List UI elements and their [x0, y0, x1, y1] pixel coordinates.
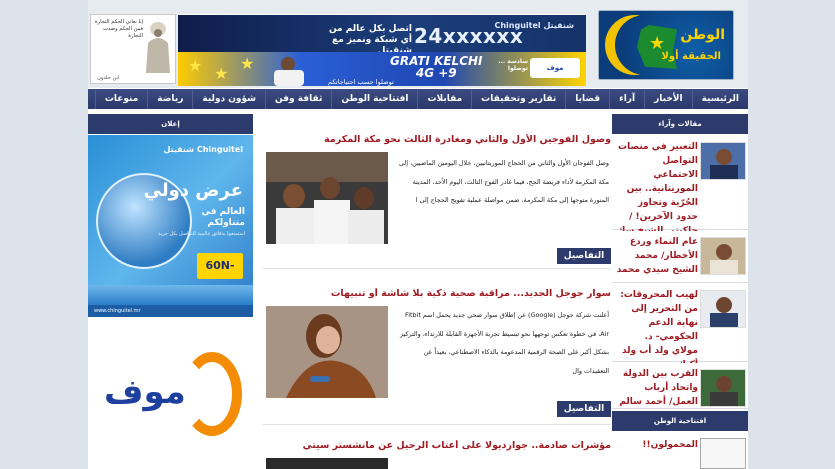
- site-header: إنا نعاني الحكم التجارة فمن الحكم وضدت ا…: [88, 0, 748, 88]
- author-photo: [700, 142, 746, 180]
- quote-box: إنا نعاني الحكم التجارة فمن الحكم وضدت ا…: [90, 14, 176, 84]
- banner-offer: GRATI KELCHI 4G +9: [390, 55, 483, 79]
- banner-tagline: توصلوا حسب احتياجاتكم: [328, 78, 394, 86]
- site-slogan: الحقيقة أولا: [661, 51, 721, 62]
- nav-item-reports[interactable]: تقارير وتحقيقات: [471, 89, 565, 109]
- ad-price: 60N-UM: [197, 253, 243, 298]
- quote-text: إنا نعاني الحكم التجارة فمن الحكم وضدت ا…: [94, 19, 143, 39]
- main-nav: الرئيسية الأخبار آراء قضايا تقارير وتحقي…: [88, 89, 748, 109]
- opinions-header: مقالات وآراء: [612, 114, 748, 134]
- ad-brand: شنقيتل Chinguitel: [163, 145, 243, 154]
- details-button[interactable]: التفاصيل: [557, 401, 611, 417]
- scholar-portrait-icon: [146, 22, 170, 73]
- banner-top-brand: Chinguitel شنقيتل: [494, 21, 574, 30]
- opinion-title[interactable]: لهيب المحروقات: من التحرير إلى نهاية الد…: [616, 288, 698, 372]
- editorial-item[interactable]: المحمولون!!: [612, 432, 748, 469]
- opinion-item[interactable]: عام النماء وردع الأخطار/ محمد الشيخ سيدي…: [612, 231, 748, 283]
- opinion-item[interactable]: التعبير في منصات التواصل الاجتماعي المور…: [612, 136, 748, 236]
- nav-item-misc[interactable]: منوعات: [94, 89, 147, 109]
- article-excerpt: أعلنت شركة جوجل (Google) عن إطلاق سوار ص…: [399, 311, 609, 375]
- author-photo: [700, 237, 746, 275]
- author-photo: [700, 369, 746, 407]
- article: سوار جوجل الجديد... مراقبة صحية ذكية بلا…: [263, 284, 611, 434]
- woman-photo-icon: [266, 306, 388, 398]
- nav-item-issues[interactable]: قضايا: [565, 89, 609, 109]
- brand-ring-icon: [182, 352, 242, 436]
- quote-author: ابن خلدون: [97, 75, 120, 81]
- star-icon: ★: [240, 54, 255, 73]
- nav-item-news[interactable]: الأخبار: [644, 89, 692, 109]
- person-illustration-icon: [274, 57, 304, 86]
- opinion-item[interactable]: القرب بين الدولة واتحاد أرباب العمل/ أحم…: [612, 363, 748, 421]
- article: وصول الفوجين الأول والثاني ومغادرة الثال…: [263, 126, 611, 276]
- nav-item-home[interactable]: الرئيسية: [691, 89, 748, 109]
- nav-item-editorial[interactable]: افتتاحية الوطن: [331, 89, 417, 109]
- ad-footer: www.chinguitel.mr: [88, 305, 253, 317]
- article-image[interactable]: [266, 458, 388, 469]
- article-excerpt: وصل الفوجان الأول والثاني من الحجاج المو…: [398, 159, 609, 204]
- chinguitel-ad[interactable]: شنقيتل Chinguitel عرض دولي العالم في متن…: [88, 135, 253, 317]
- editorial-title[interactable]: المحمولون!!: [616, 438, 698, 452]
- mauritel-banner[interactable]: ★ ★ ★ GRATI KELCHI 4G +9 سادسة ... توصلو…: [178, 52, 586, 86]
- nav-item-culture[interactable]: ثقافة وفن: [265, 89, 331, 109]
- ad-small-text: استمتعوا بدقائق عالمية للتواصل بكل حرية: [158, 231, 245, 237]
- ad-title: عرض دولي: [143, 180, 243, 201]
- site-name: الوطن: [680, 27, 725, 43]
- ad-subtitle: العالم في متناولكم: [201, 207, 246, 228]
- article-title[interactable]: وصول الفوجين الأول والثاني ومغادرة الثال…: [263, 134, 611, 145]
- opinion-item[interactable]: لهيب المحروقات: من التحرير إلى نهاية الد…: [612, 284, 748, 370]
- divider: [263, 268, 611, 269]
- article: مؤشرات صادمة.. جوارديولا على أعتاب الرحي…: [263, 440, 611, 469]
- editorial-header: افتتاحية الوطن: [612, 411, 748, 431]
- pilgrims-photo-icon: [266, 152, 388, 244]
- page: إنا نعاني الحكم التجارة فمن الحكم وضدت ا…: [88, 0, 748, 469]
- opinion-title[interactable]: التعبير في منصات التواصل الاجتماعي المور…: [616, 140, 698, 238]
- opinion-title[interactable]: عام النماء وردع الأخطار/ محمد الشيخ سيدي…: [616, 235, 698, 277]
- nav-item-opinions[interactable]: آراء: [609, 89, 644, 109]
- banner-top-headline: اتصل بكل عالم من أي شبكة ونميز مع شنقيتل: [328, 24, 412, 52]
- article-title[interactable]: مؤشرات صادمة.. جوارديولا على أعتاب الرحي…: [263, 440, 611, 451]
- article-image[interactable]: [266, 306, 388, 398]
- banner-brand: موف: [530, 58, 580, 78]
- star-icon: ★: [188, 56, 203, 75]
- offer-subtext: 4G +9: [415, 66, 457, 80]
- article-image[interactable]: [266, 152, 388, 244]
- author-photo: [700, 290, 746, 328]
- star-icon: ★: [214, 64, 229, 83]
- article-title[interactable]: سوار جوجل الجديد... مراقبة صحية ذكية بلا…: [263, 288, 611, 299]
- nav-item-sports[interactable]: رياضة: [147, 89, 192, 109]
- nav-item-interviews[interactable]: مقابلات: [417, 89, 471, 109]
- nav-item-international[interactable]: شؤون دولية: [192, 89, 265, 109]
- ad-label: إعلان: [88, 114, 253, 134]
- details-button[interactable]: التفاصيل: [557, 248, 611, 264]
- divider: [263, 424, 611, 425]
- skyline-icon: [88, 285, 253, 305]
- mauritel-ad[interactable]: موف: [88, 320, 253, 469]
- ad2-brand: موف: [104, 372, 186, 412]
- banner-slogan: سادسة ... توصلوا: [498, 58, 528, 72]
- site-logo[interactable]: ★ الوطن الحقيقة أولا: [598, 10, 734, 80]
- chinguitel-banner-top[interactable]: اتصل بكل عالم من أي شبكة ونميز مع شنقيتل…: [178, 14, 586, 52]
- broken-image-icon: [700, 438, 746, 469]
